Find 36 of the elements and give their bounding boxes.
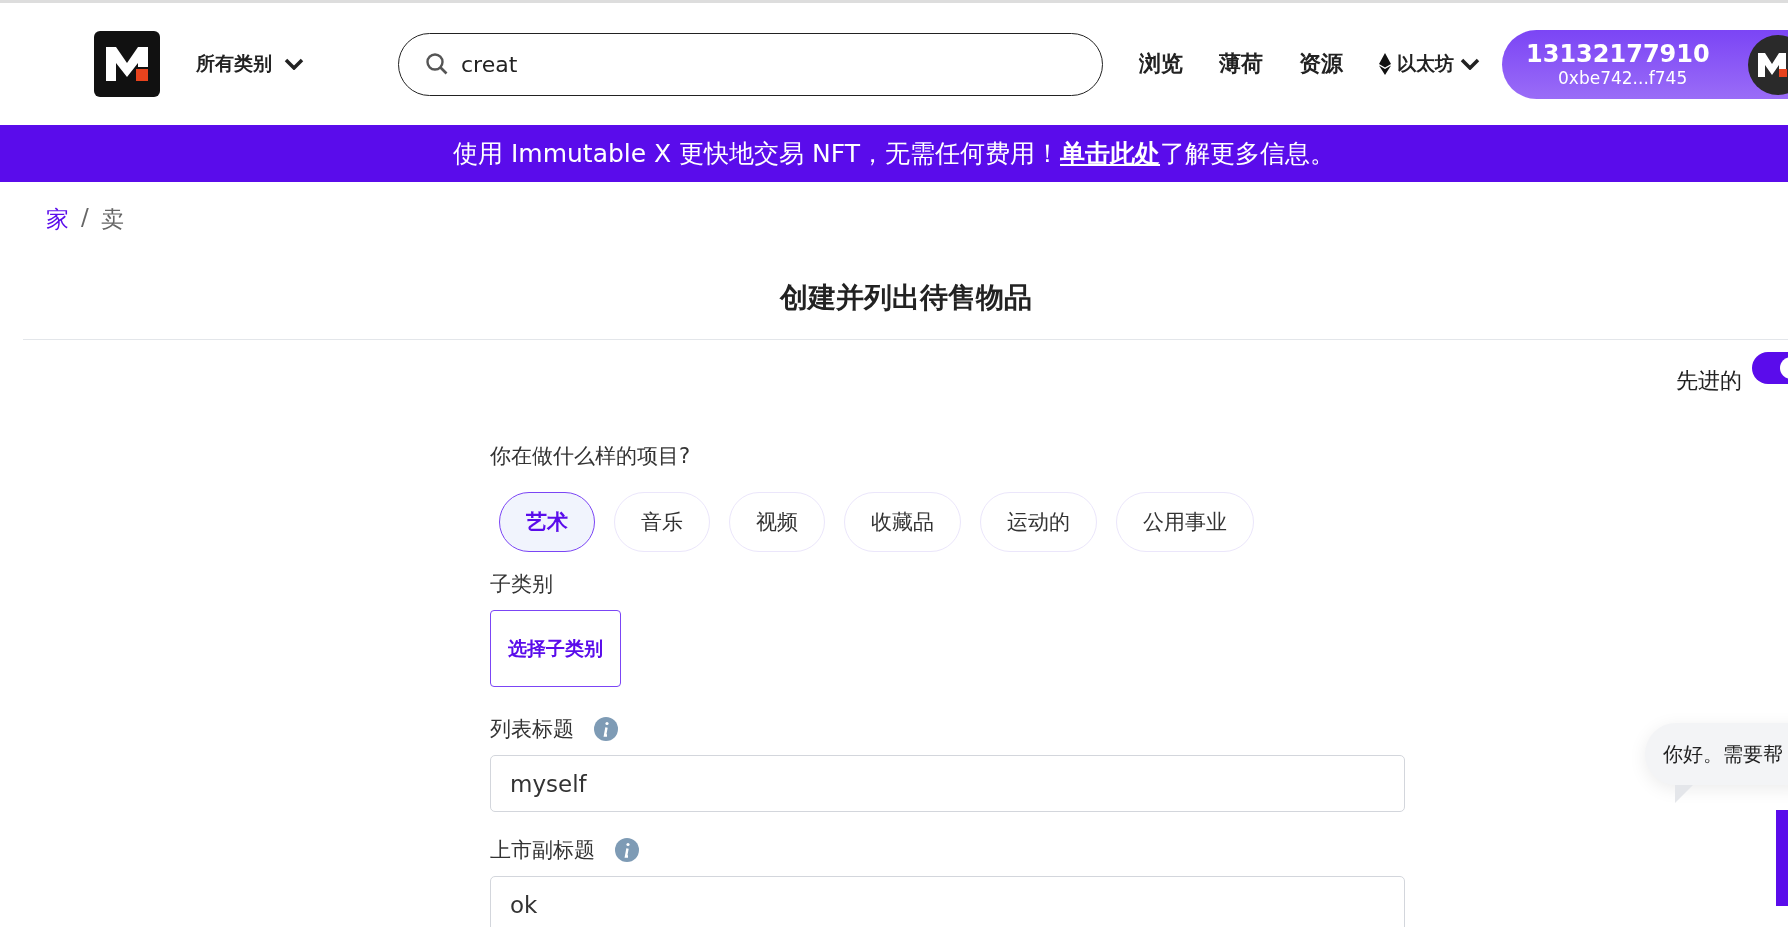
question-label: 你在做什么样的项目? [490, 443, 692, 470]
breadcrumb-item[interactable]: 家 [46, 204, 69, 235]
type-option[interactable]: 音乐 [614, 492, 710, 552]
info-icon[interactable] [615, 838, 639, 862]
banner-link[interactable]: 单击此处 [1060, 139, 1161, 168]
toggle-label: 先进的 [1676, 367, 1742, 395]
subcategory-label: 子类别 [490, 571, 554, 598]
info-icon[interactable] [594, 717, 618, 741]
type-option[interactable]: 艺术 [499, 492, 595, 552]
type-option[interactable]: 视频 [729, 492, 825, 552]
nav-link[interactable]: 薄荷 [1219, 49, 1263, 79]
chevron-down-icon [284, 58, 304, 70]
chevron-down-icon [1460, 58, 1480, 70]
category-dropdown[interactable]: 所有类别 [196, 51, 304, 77]
nav-link[interactable]: 资源 [1299, 49, 1343, 79]
type-option[interactable]: 运动的 [980, 492, 1097, 552]
type-option[interactable]: 公用事业 [1116, 492, 1254, 552]
ethereum-icon [1379, 53, 1391, 75]
type-option[interactable]: 收藏品 [844, 492, 961, 552]
field-label: 列表标题 [490, 716, 574, 743]
breadcrumb-separator: / [81, 204, 89, 232]
subcategory-button[interactable]: 选择子类别 [490, 610, 621, 687]
text-field[interactable]: myself [490, 755, 1405, 812]
chat-bubble[interactable]: 你好。需要帮 [1645, 723, 1788, 785]
text-field[interactable]: ok [490, 876, 1405, 927]
account-button[interactable]: 13132177910 0xbe742...f745 [1502, 29, 1788, 99]
breadcrumb-item: 卖 [100, 205, 124, 234]
field-label: 上市副标题 [490, 837, 595, 864]
bubble-tail [1675, 785, 1693, 803]
page-title: 创建并列出待售物品 [23, 279, 1788, 340]
nav-link[interactable]: 浏览 [1139, 49, 1183, 79]
network-dropdown[interactable]: 以太坊 [1379, 51, 1480, 77]
search-icon [425, 52, 449, 76]
logo-icon[interactable] [94, 31, 160, 97]
banner-text: 使用 Immutable X 更快地交易 NFT，无需任何费用！单击此处了解更多信息。 [452, 138, 1336, 170]
search-input[interactable]: creat [459, 50, 1059, 78]
